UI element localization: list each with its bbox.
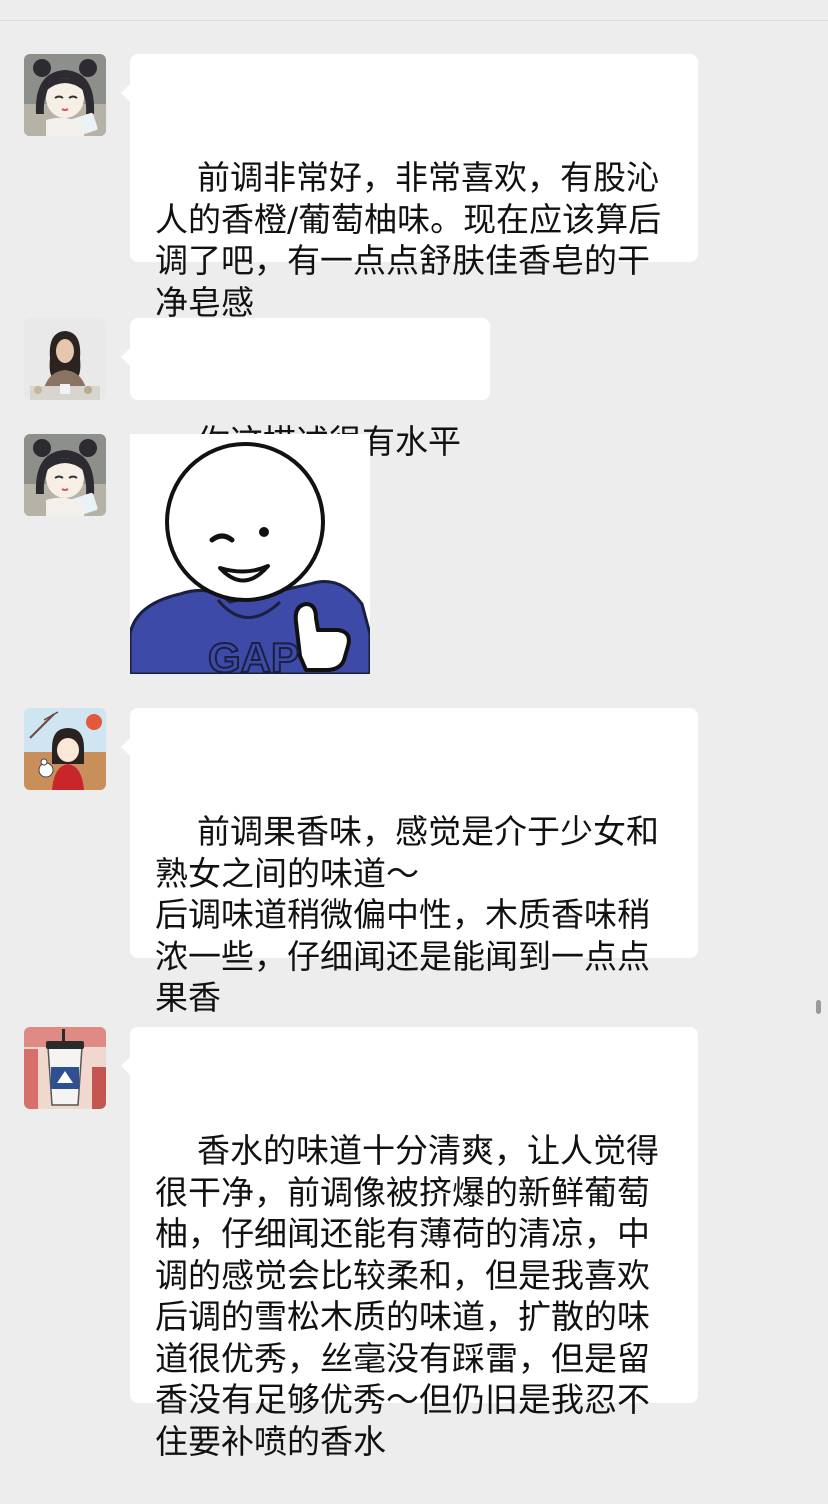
avatar-photo-woman-icon[interactable] xyxy=(24,318,106,400)
message-bubble[interactable]: 前调非常好，非常喜欢，有股沁人的香橙/葡萄柚味。现在应该算后调了吧，有一点点舒肤… xyxy=(121,54,698,322)
message-bubble[interactable]: 前调果香味，感觉是介于少女和熟女之间的味道～ 后调味道稍微偏中性，木质香味稍浓一… xyxy=(121,708,698,1017)
avatar-anime-girl-icon[interactable] xyxy=(24,54,106,136)
avatar-drink-cup-icon[interactable] xyxy=(24,1027,106,1109)
message-bubble[interactable]: 你这描述很有水平啊 xyxy=(121,318,490,503)
avatar-illustrated-girl-icon[interactable] xyxy=(24,708,106,790)
message-text: 前调非常好，非常喜欢，有股沁人的香橙/葡萄柚味。现在应该算后调了吧，有一点点舒肤… xyxy=(155,158,662,322)
bubble-tail xyxy=(121,348,130,366)
bubble-tail xyxy=(121,84,130,102)
bubble-tail xyxy=(121,1057,130,1075)
message-text: 香水的味道十分清爽，让人觉得很干净，前调像被挤爆的新鲜葡萄柚，仔细闻还能有薄荷的… xyxy=(155,1131,659,1461)
header-divider xyxy=(0,20,828,21)
sticker-hoodie-text: GAP xyxy=(208,634,299,674)
message-text: 前调果香味，感觉是介于少女和熟女之间的味道～ 后调味道稍微偏中性，木质香味稍浓一… xyxy=(155,812,659,1017)
bubble-tail xyxy=(121,738,130,756)
scrollbar-thumb[interactable] xyxy=(816,1000,821,1014)
thumbs-up-sticker-icon[interactable]: GAP xyxy=(130,434,370,674)
avatar-anime-girl-icon[interactable] xyxy=(24,434,106,516)
message-bubble[interactable]: 香水的味道十分清爽，让人觉得很干净，前调像被挤爆的新鲜葡萄柚，仔细闻还能有薄荷的… xyxy=(121,1027,698,1461)
